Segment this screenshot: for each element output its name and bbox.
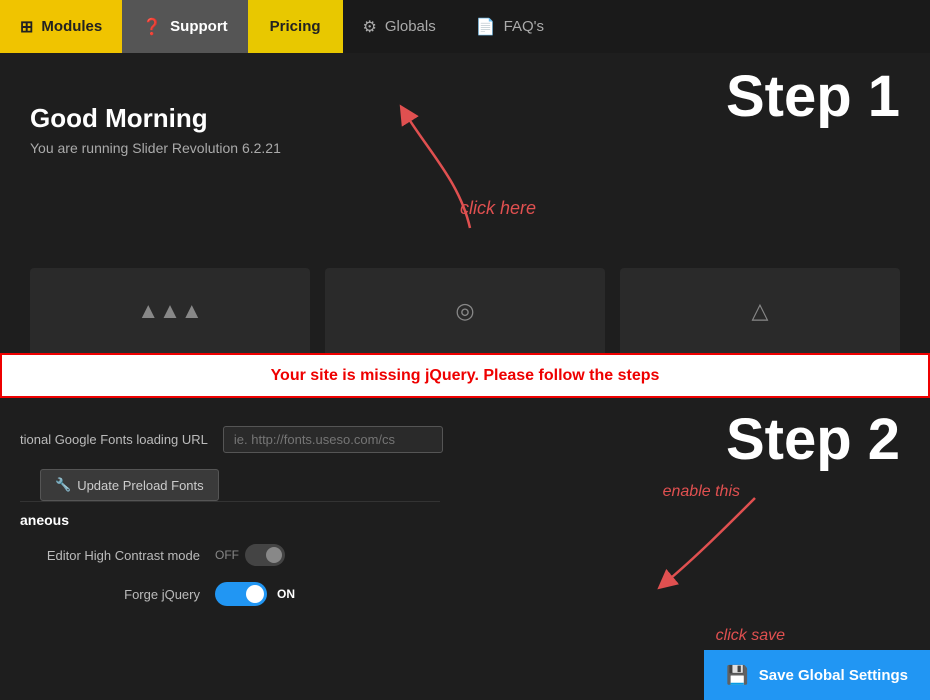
save-global-settings-button[interactable]: 💾 Save Global Settings — [704, 650, 930, 700]
module-card-3: △ — [620, 268, 900, 353]
high-contrast-label: Editor High Contrast mode — [20, 548, 200, 563]
toggle-track-on — [215, 582, 267, 606]
question-icon: ❓ — [142, 17, 162, 37]
faqs-tab[interactable]: 📄 FAQ's — [456, 0, 564, 53]
step2-heading: Step 2 — [726, 406, 900, 473]
alert-message: Your site is missing jQuery. Please foll… — [271, 367, 660, 385]
high-contrast-toggle[interactable]: OFF — [215, 544, 285, 566]
high-contrast-row: Editor High Contrast mode OFF — [0, 536, 620, 574]
module-card-1: ▲▲▲ — [30, 268, 310, 353]
module-card-row: ▲▲▲ ◎ △ — [30, 268, 900, 353]
alert-banner: Your site is missing jQuery. Please foll… — [0, 353, 930, 398]
font-url-input[interactable] — [223, 426, 443, 453]
wrench-icon: 🔧 — [55, 477, 71, 493]
globals-tab[interactable]: ⚙ Globals — [343, 0, 456, 53]
miscellaneous-heading: aneous — [0, 502, 620, 536]
on-label: ON — [277, 587, 295, 601]
step2-enable-arrow — [645, 488, 775, 598]
module-card-2: ◎ — [325, 268, 605, 353]
off-label: OFF — [215, 548, 239, 562]
toggle-thumb — [266, 547, 282, 563]
update-preload-fonts-button[interactable]: 🔧 Update Preload Fonts — [40, 469, 219, 501]
modules-tab[interactable]: ⊞ Modules — [0, 0, 122, 53]
forge-jquery-row: Forge jQuery ON — [0, 574, 620, 614]
click-here-annotation: click here — [460, 198, 536, 219]
toggle-track-off — [245, 544, 285, 566]
step2-panel: Step 2 tional Google Fonts loading URL 🔧… — [0, 398, 930, 700]
top-navigation: ⊞ Modules ❓ Support Pricing ⚙ Globals 📄 … — [0, 0, 930, 53]
settings-panel: tional Google Fonts loading URL 🔧 Update… — [0, 398, 620, 614]
font-url-row: tional Google Fonts loading URL — [0, 418, 620, 461]
gear-icon: ⚙ — [363, 17, 377, 37]
file-icon: 📄 — [476, 17, 496, 37]
step1-heading: Step 1 — [726, 63, 900, 130]
save-icon: 💾 — [726, 665, 748, 686]
grid-icon: ⊞ — [20, 17, 33, 37]
pricing-tab[interactable]: Pricing — [248, 0, 343, 53]
click-save-annotation: click save — [716, 627, 785, 645]
step1-panel: Step 1 Good Morning You are running Slid… — [0, 53, 930, 353]
support-tab[interactable]: ❓ Support — [122, 0, 247, 53]
forge-jquery-toggle[interactable]: ON — [215, 582, 295, 606]
forge-jquery-label: Forge jQuery — [20, 587, 200, 602]
font-url-label: tional Google Fonts loading URL — [20, 432, 208, 447]
toggle-thumb-on — [246, 585, 264, 603]
